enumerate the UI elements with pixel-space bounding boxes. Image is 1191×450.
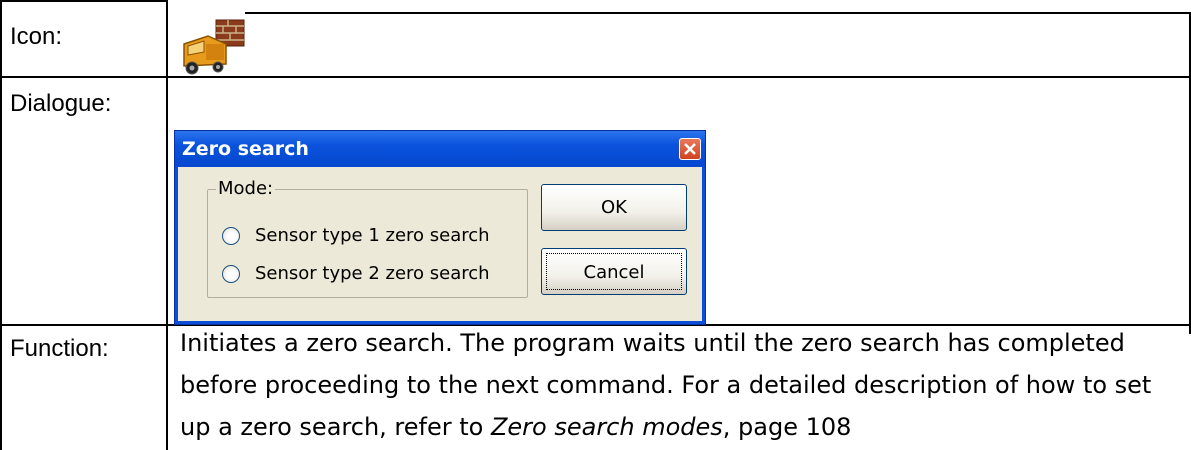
row-label-icon: Icon: [10, 23, 63, 50]
table-top-line [0, 0, 167, 2]
row-label-function: Function: [10, 335, 109, 362]
radio-button-sensor-type-2[interactable] [222, 265, 240, 283]
table-top-line-right [245, 12, 1191, 14]
dialog-client-area: Mode: Sensor type 1 zero search Sensor t… [178, 167, 702, 321]
radio-label-sensor-type-2: Sensor type 2 zero search [255, 263, 490, 284]
close-icon [684, 143, 696, 155]
radio-option-sensor-type-2[interactable]: Sensor type 2 zero search [222, 261, 490, 287]
function-text-after: , page 108 [722, 413, 852, 441]
row-label-dialogue: Dialogue: [10, 90, 112, 117]
radio-button-sensor-type-1[interactable] [222, 227, 240, 245]
truck-with-bricks-icon [178, 14, 248, 78]
zero-search-modes-reference: Zero search modes [490, 413, 723, 441]
dialog-title: Zero search [182, 138, 309, 160]
dialog-titlebar[interactable]: Zero search [175, 131, 705, 167]
table-left-border [0, 0, 2, 450]
function-description: Initiates a zero search. The program wai… [180, 322, 1185, 448]
radio-option-sensor-type-1[interactable]: Sensor type 1 zero search [222, 223, 490, 249]
cancel-button[interactable]: Cancel [541, 248, 687, 295]
cancel-button-label: Cancel [546, 253, 682, 290]
close-button[interactable] [679, 138, 701, 160]
radio-label-sensor-type-1: Sensor type 1 zero search [255, 225, 490, 246]
table-column-divider [166, 0, 168, 450]
ok-button[interactable]: OK [541, 184, 687, 231]
mode-group-label: Mode: [216, 178, 276, 200]
zero-search-dialog: Zero search Mode: Sensor type 1 zero sea… [174, 130, 706, 325]
